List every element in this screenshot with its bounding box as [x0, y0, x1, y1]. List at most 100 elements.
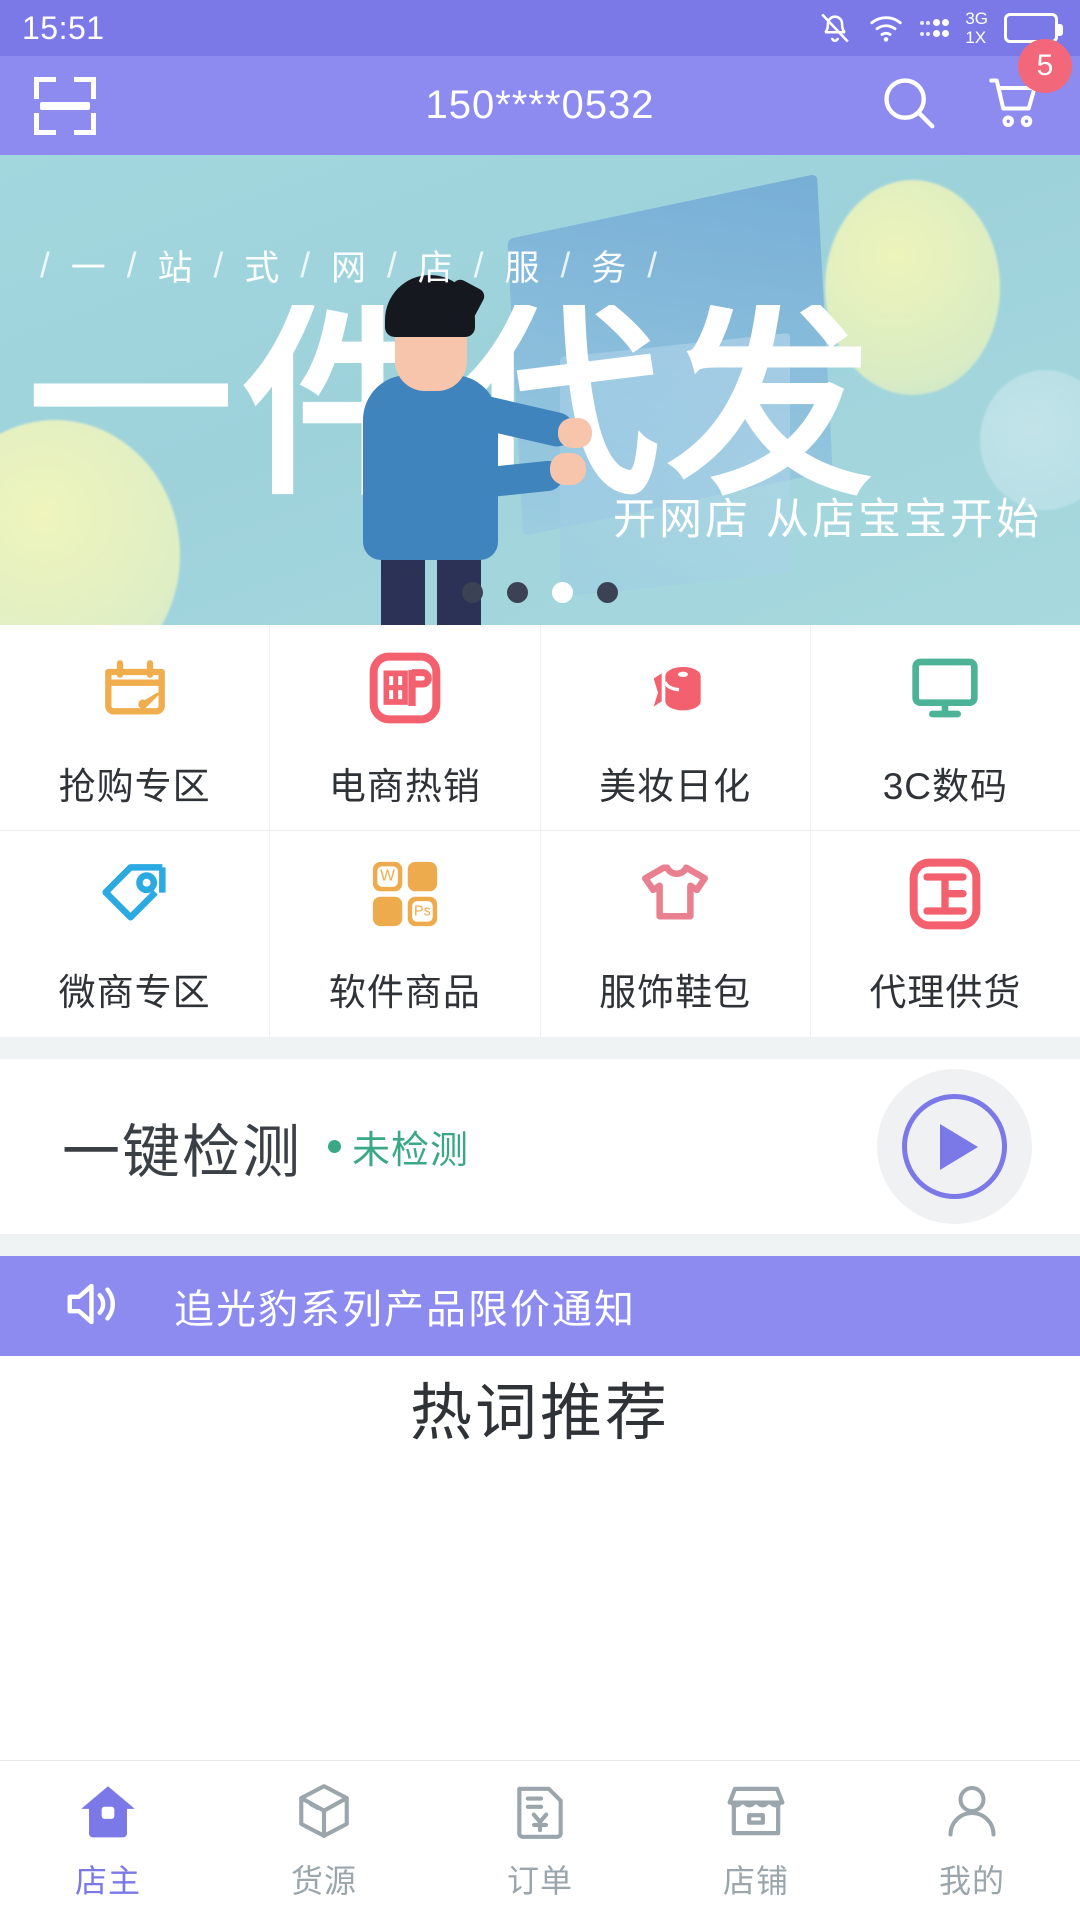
price-tag-icon	[93, 852, 177, 936]
tagline-char: 店	[417, 249, 457, 288]
speaker-icon	[62, 1278, 124, 1335]
network-type: 3G	[965, 9, 988, 28]
tagline-separator: /	[387, 245, 401, 285]
category-label: 微商专区	[58, 972, 211, 1013]
category-item-dianshangrexiao[interactable]: 电商热销	[270, 625, 541, 831]
tab-label: 订单	[506, 1862, 573, 1899]
banner-tagline: / 一 / 站 / 式 / 网 / 店 / 服 / 务 /	[40, 240, 1040, 291]
tagline-char: 务	[591, 249, 631, 288]
section-title: 热词推荐	[409, 1379, 671, 1448]
header-actions: 5	[878, 39, 1072, 139]
cart-badge: 5	[1018, 39, 1072, 93]
status-bar: 15:51 3G 1X	[0, 0, 1080, 56]
tab-label: 我的	[938, 1862, 1005, 1899]
category-label: 软件商品	[328, 972, 481, 1013]
category-label: 抢购专区	[58, 765, 211, 807]
calendar-icon	[93, 646, 177, 730]
pagination-dot[interactable]	[597, 582, 618, 603]
person-illustration	[345, 275, 592, 625]
category-label: 服饰鞋包	[599, 972, 752, 1013]
pagination-dot[interactable]	[507, 582, 528, 603]
tagline-separator: /	[213, 245, 228, 285]
category-item-qianggou[interactable]: 抢购专区	[0, 625, 271, 831]
tagline-char: 式	[244, 249, 284, 288]
status-dot-icon	[328, 1140, 342, 1153]
network-type-label: 3G 1X	[965, 9, 988, 47]
category-item-meizhuangrihua[interactable]: 美妆日化	[540, 625, 811, 831]
tagline-separator: /	[40, 245, 54, 285]
tagline-separator: /	[647, 245, 661, 285]
postal-mail-icon	[363, 646, 447, 730]
tab-dianzhu[interactable]: 店主	[0, 1761, 216, 1920]
tagline-separator: /	[300, 245, 314, 285]
tagline-char: 站	[157, 249, 197, 288]
section-divider	[0, 1234, 1080, 1256]
category-item-weishangzhuanqu[interactable]: 微商专区	[0, 831, 271, 1037]
tagline-separator: /	[473, 245, 488, 285]
bell-muted-icon	[818, 11, 852, 45]
status-badge: 未检测	[328, 1119, 469, 1174]
hot-keywords-section: 热词推荐	[0, 1356, 1080, 1456]
pagination-dot-active[interactable]	[552, 582, 573, 603]
tab-label: 店铺	[722, 1862, 789, 1899]
search-icon[interactable]	[878, 72, 940, 139]
status-label: 未检测	[352, 1130, 470, 1172]
detect-info: 一键检测 未检测	[62, 1105, 469, 1189]
tab-dingdan[interactable]: 订单	[432, 1761, 648, 1920]
banner-subtitle: 开网店 从店宝宝开始	[613, 496, 1042, 544]
scan-icon[interactable]	[34, 76, 96, 135]
category-grid: 抢购专区 电商热销 美妆日化 3C数码 微商专区 W Ps 软件商品 服饰鞋包 …	[0, 625, 1080, 1037]
category-item-dailigonghuo[interactable]: 代理供货	[811, 831, 1080, 1037]
app-root: 15:51 3G 1X 150****0532 5 / 一 / 站 / 式 / …	[0, 0, 1080, 1920]
announcement-bar[interactable]: 追光豹系列产品限价通知	[0, 1256, 1080, 1356]
tagline-separator: /	[126, 245, 141, 285]
status-bar-icons: 3G 1X	[818, 9, 1063, 47]
tagline-char: 一	[70, 249, 110, 288]
svg-text:W: W	[380, 868, 395, 885]
user-icon	[939, 1780, 1005, 1842]
cart-icon[interactable]: 5	[984, 39, 1072, 138]
tshirt-icon	[633, 852, 717, 936]
category-grid-row: 微商专区 W Ps 软件商品 服饰鞋包 代理供货	[0, 831, 1080, 1037]
network-sub: 1X	[965, 28, 987, 47]
shop-icon	[723, 1780, 789, 1842]
announcement-text: 追光豹系列产品限价通知	[174, 1288, 636, 1332]
software-squares-icon: W Ps	[363, 852, 447, 936]
category-item-fushixiebao[interactable]: 服饰鞋包	[541, 831, 811, 1037]
order-receipt-icon	[507, 1780, 573, 1842]
status-bar-time: 15:51	[22, 9, 105, 46]
category-item-ruanjianshangpin[interactable]: W Ps 软件商品	[270, 831, 541, 1037]
detect-title: 一键检测	[62, 1119, 303, 1185]
tissue-roll-icon	[633, 646, 717, 730]
tab-huoyuan[interactable]: 货源	[216, 1761, 432, 1920]
one-key-detect-card[interactable]: 一键检测 未检测	[0, 1059, 1080, 1234]
tagline-separator: /	[560, 245, 575, 285]
play-circle	[902, 1094, 1007, 1199]
home-icon	[75, 1780, 141, 1842]
tab-dianpu[interactable]: 店铺	[648, 1761, 864, 1920]
genuine-seal-icon	[903, 852, 987, 936]
category-item-3cshuma[interactable]: 3C数码	[810, 625, 1080, 831]
category-grid-row: 抢购专区 电商热销 美妆日化 3C数码	[0, 625, 1080, 831]
bottom-tab-bar: 店主 货源 订单 店铺 我的	[0, 1760, 1080, 1920]
tagline-char: 网	[330, 249, 370, 288]
category-label: 电商热销	[328, 765, 481, 807]
svg-text:Ps: Ps	[414, 904, 431, 920]
category-label: 3C数码	[882, 765, 1009, 807]
pagination-dot[interactable]	[462, 582, 483, 603]
tagline-char: 服	[504, 249, 544, 288]
wifi-icon	[868, 13, 904, 43]
section-divider	[0, 1037, 1080, 1059]
monitor-icon	[903, 646, 987, 730]
play-button-icon[interactable]	[877, 1069, 1032, 1224]
tab-wode[interactable]: 我的	[864, 1761, 1080, 1920]
promo-banner[interactable]: 一件代发 / 一 / 站 / 式 / 网 / 店 / 服 / 务 /	[0, 155, 1080, 625]
tab-label: 货源	[290, 1862, 357, 1899]
category-label: 代理供货	[869, 972, 1022, 1013]
category-label: 美妆日化	[599, 765, 752, 807]
app-header: 150****0532 5	[0, 39, 1080, 155]
play-triangle	[940, 1123, 978, 1170]
box-icon	[291, 1780, 357, 1842]
banner-pagination[interactable]	[462, 582, 618, 603]
signal-icon	[919, 19, 950, 37]
